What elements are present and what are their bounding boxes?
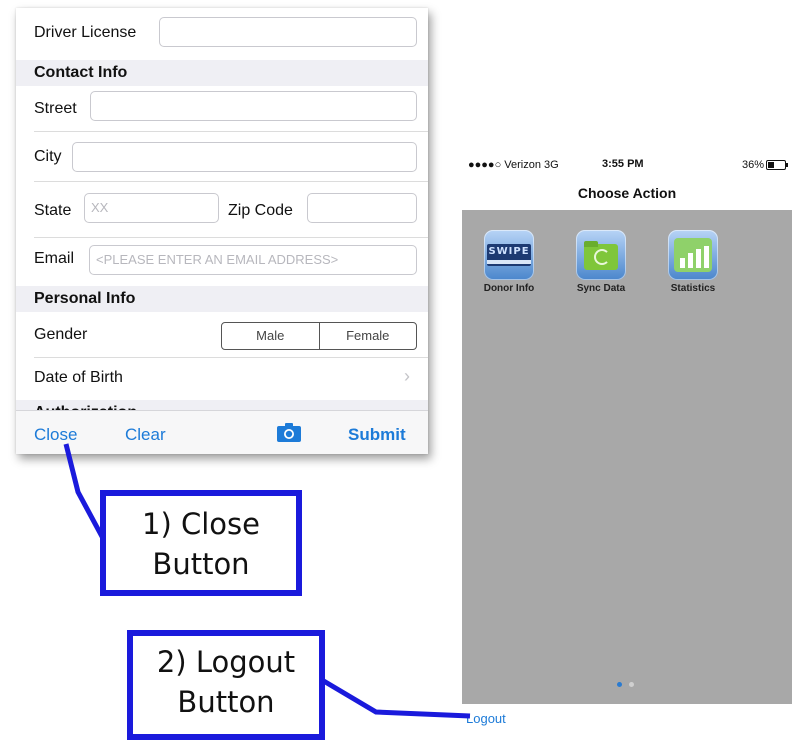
close-callout-line2: Button: [152, 547, 250, 581]
logout-callout-line: [320, 677, 471, 719]
logout-callout-line1: 2) Logout: [156, 645, 296, 679]
logout-button-callout: 2) Logout Button: [127, 630, 325, 740]
callout-connectors: [63, 443, 471, 719]
close-button-callout: 1) Close Button: [100, 490, 302, 596]
close-callout-line1: 1) Close: [142, 507, 260, 541]
logout-callout-line2: Button: [177, 685, 275, 719]
